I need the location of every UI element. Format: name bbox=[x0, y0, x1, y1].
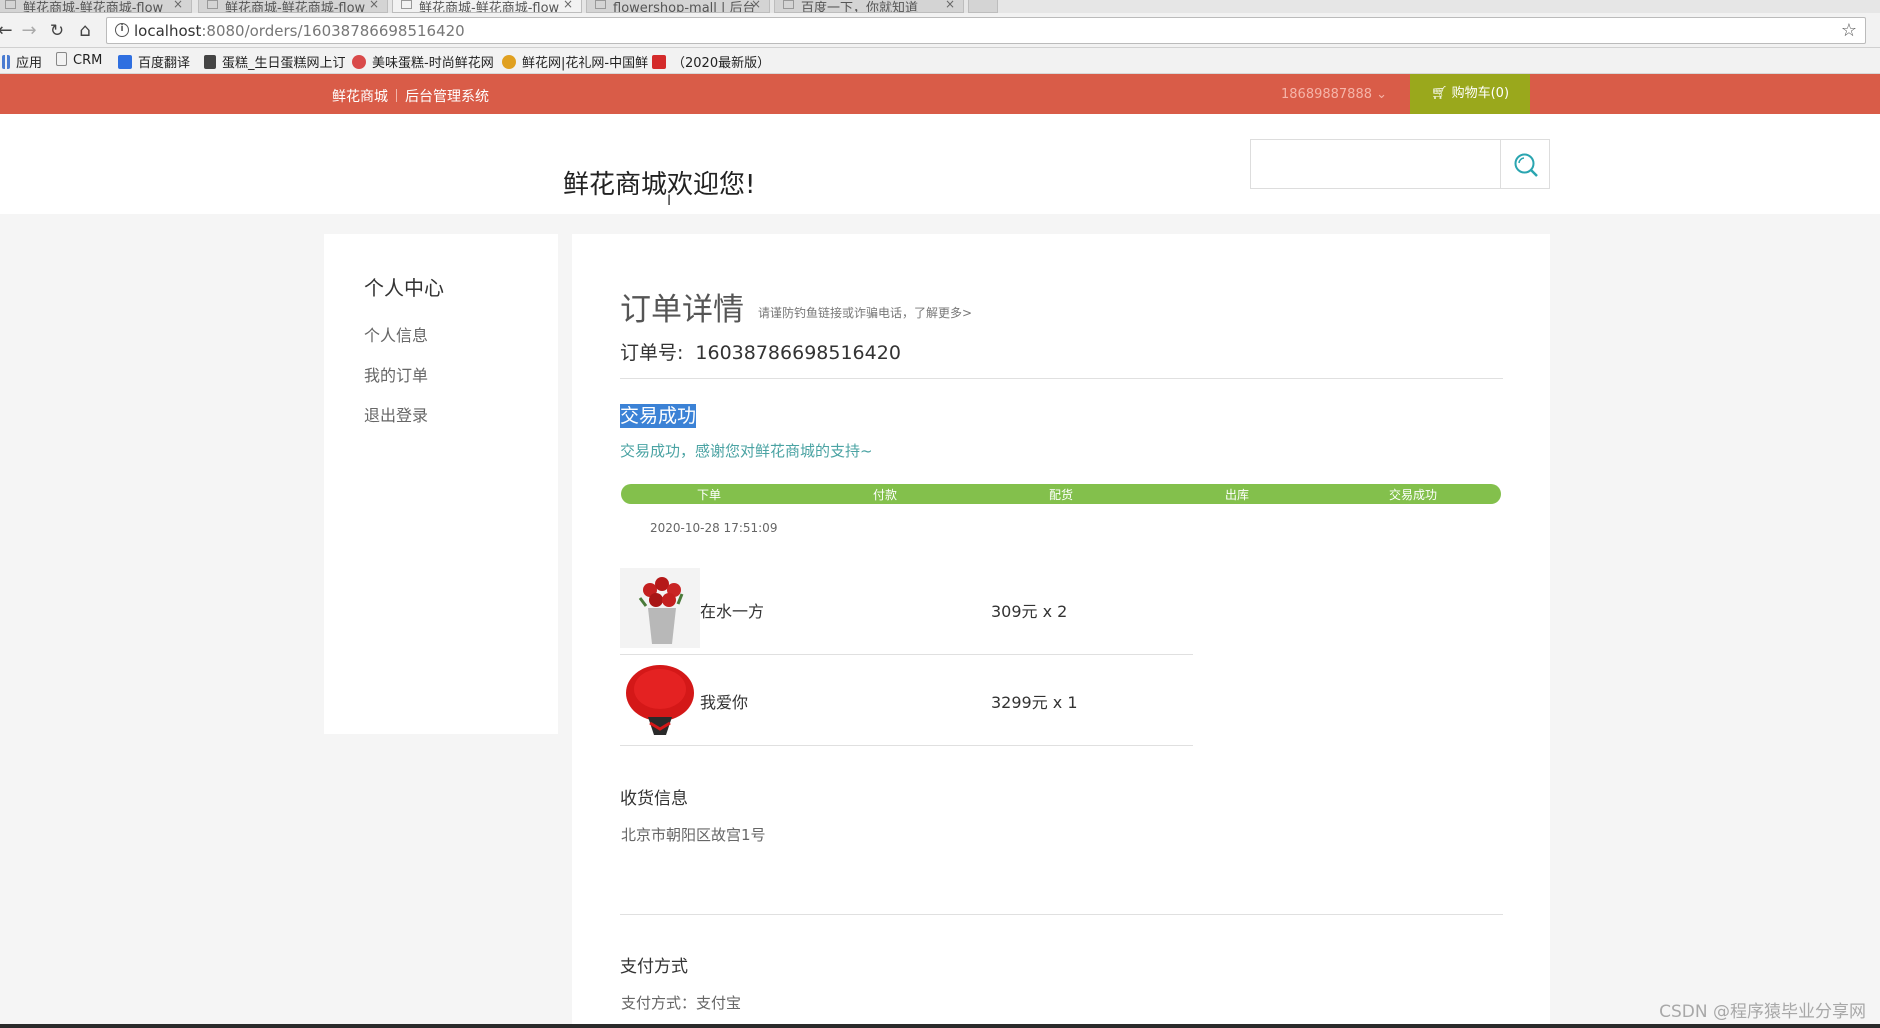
order-number: 订单号: 16038786698516420 bbox=[620, 342, 901, 364]
close-tab-icon[interactable]: × bbox=[751, 0, 761, 11]
sidebar-title: 个人中心 bbox=[364, 276, 444, 300]
browser-tab[interactable]: flowershop-mall | 后台 × bbox=[586, 0, 770, 13]
product-name[interactable]: 在水一方 bbox=[700, 598, 764, 622]
search-icon bbox=[1514, 153, 1538, 177]
product-image-rose-bouquet[interactable] bbox=[620, 659, 700, 739]
order-progress-bar: 下单 付款 配货 出库 交易成功 bbox=[621, 484, 1501, 504]
flower-icon bbox=[502, 55, 516, 69]
bookmarks-bar: 应用 CRM 百度翻译 蛋糕_生日蛋糕网上订 美味蛋糕-时尚鲜花网 鲜花网|花礼… bbox=[0, 48, 1880, 74]
browser-tab-active[interactable]: 鲜花商城-鲜花商城-flow × bbox=[392, 0, 582, 13]
bookmark-crm[interactable]: CRM bbox=[56, 52, 102, 68]
close-tab-icon[interactable]: × bbox=[173, 0, 183, 11]
anti-fraud-tip[interactable]: 请谨防钓鱼链接或诈骗电话，了解更多> bbox=[758, 304, 972, 321]
bookmark-cake[interactable]: 蛋糕_生日蛋糕网上订 bbox=[204, 52, 346, 71]
translate-icon bbox=[118, 55, 132, 69]
user-center-sidebar: 个人中心 个人信息 我的订单 退出登录 bbox=[324, 234, 558, 734]
admin-link[interactable]: 后台管理系统 bbox=[405, 89, 489, 105]
user-menu[interactable]: 18689887888 ⌄ bbox=[1281, 87, 1387, 102]
order-status: 交易成功 bbox=[620, 404, 697, 428]
cart-icon: 🛒︎ bbox=[1430, 86, 1448, 101]
text-cursor-icon: I bbox=[667, 193, 672, 209]
site-topbar: 鲜花商城 后台管理系统 18689887888 ⌄ 🛒︎ 购物车(0) bbox=[0, 74, 1880, 114]
cart-button[interactable]: 🛒︎ 购物车(0) bbox=[1410, 74, 1530, 114]
csdn-watermark: CSDN @程序猿毕业分享网 bbox=[1659, 1002, 1866, 1022]
link-separator bbox=[396, 89, 397, 102]
taskbar-edge bbox=[0, 1024, 1880, 1028]
order-item-row: 我爱你 3299元 x 1 bbox=[620, 655, 1193, 746]
product-image-bouquet-box[interactable] bbox=[620, 568, 700, 648]
bookmark-baidu-translate[interactable]: 百度翻译 bbox=[118, 52, 190, 71]
url-input[interactable]: i localhost:8080/orders/1603878669851642… bbox=[106, 17, 1866, 44]
apps-grid-icon bbox=[2, 55, 10, 69]
browser-tab-strip: 鲜花商城-鲜花商城-flow × 鲜花商城-鲜花商城-flow × 鲜花商城-鲜花商… bbox=[0, 0, 1880, 13]
status-message: 交易成功，感谢您对鲜花商城的支持~ bbox=[620, 442, 873, 460]
page-favicon-icon bbox=[401, 0, 412, 9]
forward-icon[interactable]: → bbox=[18, 20, 40, 42]
new-tab-button[interactable] bbox=[968, 0, 998, 13]
bookmark-apps[interactable]: 应用 bbox=[2, 52, 42, 71]
shipping-address: 北京市朝阳区故宫1号 bbox=[621, 826, 766, 844]
page-icon bbox=[56, 52, 67, 66]
close-tab-icon[interactable]: × bbox=[563, 0, 573, 11]
browser-tab[interactable]: 鲜花商城-鲜花商城-flow × bbox=[198, 0, 388, 13]
payment-method: 支付方式：支付宝 bbox=[621, 994, 742, 1012]
product-price-qty: 309元 x 2 bbox=[991, 602, 1068, 621]
page-favicon-icon bbox=[207, 0, 218, 9]
page-favicon-icon bbox=[783, 0, 794, 9]
chevron-down-icon: ⌄ bbox=[1376, 87, 1388, 102]
order-item-row: 在水一方 309元 x 2 bbox=[620, 564, 1193, 655]
address-bar: ← → ↻ ⌂ i localhost:8080/orders/16038786… bbox=[0, 13, 1880, 48]
url-text: localhost:8080/orders/16038786698516420 bbox=[134, 22, 465, 40]
divider bbox=[620, 914, 1503, 915]
browser-tab[interactable]: 鲜花商城-鲜花商城-flow × bbox=[0, 0, 192, 13]
cake-icon bbox=[204, 55, 216, 69]
topbar-links: 鲜花商城 后台管理系统 bbox=[332, 86, 489, 106]
sidebar-item-logout[interactable]: 退出登录 bbox=[364, 402, 428, 426]
page-title: 订单详情 bbox=[620, 292, 744, 328]
bookmark-delicious-cake[interactable]: 美味蛋糕-时尚鲜花网 bbox=[352, 52, 494, 71]
divider bbox=[620, 378, 1503, 379]
home-link[interactable]: 鲜花商城 bbox=[332, 89, 388, 105]
browser-tab[interactable]: 百度一下，你就知道 × bbox=[774, 0, 964, 13]
close-tab-icon[interactable]: × bbox=[945, 0, 955, 11]
rose-icon bbox=[352, 55, 366, 69]
home-icon[interactable]: ⌂ bbox=[74, 20, 96, 42]
product-name[interactable]: 我爱你 bbox=[700, 689, 748, 713]
page-favicon-icon bbox=[595, 0, 606, 9]
bookmark-2020-latest[interactable]: （2020最新版） bbox=[652, 52, 770, 71]
bookmark-star-icon[interactable]: ☆ bbox=[1841, 20, 1857, 41]
sidebar-item-orders[interactable]: 我的订单 bbox=[364, 362, 428, 386]
search-button[interactable] bbox=[1500, 139, 1550, 189]
welcome-title: 鲜花商城欢迎您! bbox=[563, 170, 756, 200]
progress-step: 出库 bbox=[1224, 488, 1249, 502]
sidebar-item-profile[interactable]: 个人信息 bbox=[364, 322, 428, 346]
shipping-title: 收货信息 bbox=[620, 789, 688, 809]
back-icon[interactable]: ← bbox=[0, 20, 16, 42]
progress-step: 配货 bbox=[1048, 488, 1073, 502]
bookmark-flower-site[interactable]: 鲜花网|花礼网-中国鲜 bbox=[502, 52, 648, 71]
info-icon[interactable]: i bbox=[115, 23, 129, 37]
order-detail-panel: 订单详情 请谨防钓鱼链接或诈骗电话，了解更多> 订单号: 160387866985… bbox=[572, 234, 1550, 1028]
product-price-qty: 3299元 x 1 bbox=[991, 693, 1078, 712]
c-logo-icon bbox=[652, 55, 666, 69]
page-favicon-icon bbox=[5, 0, 16, 9]
progress-step: 付款 bbox=[872, 488, 897, 502]
order-timestamp: 2020-10-28 17:51:09 bbox=[650, 521, 778, 535]
reload-icon[interactable]: ↻ bbox=[46, 20, 68, 42]
progress-step: 交易成功 bbox=[1388, 488, 1437, 502]
progress-step: 下单 bbox=[696, 488, 721, 502]
site-header: 鲜花商城欢迎您! bbox=[0, 114, 1880, 214]
payment-title: 支付方式 bbox=[620, 957, 688, 977]
close-tab-icon[interactable]: × bbox=[369, 0, 379, 11]
